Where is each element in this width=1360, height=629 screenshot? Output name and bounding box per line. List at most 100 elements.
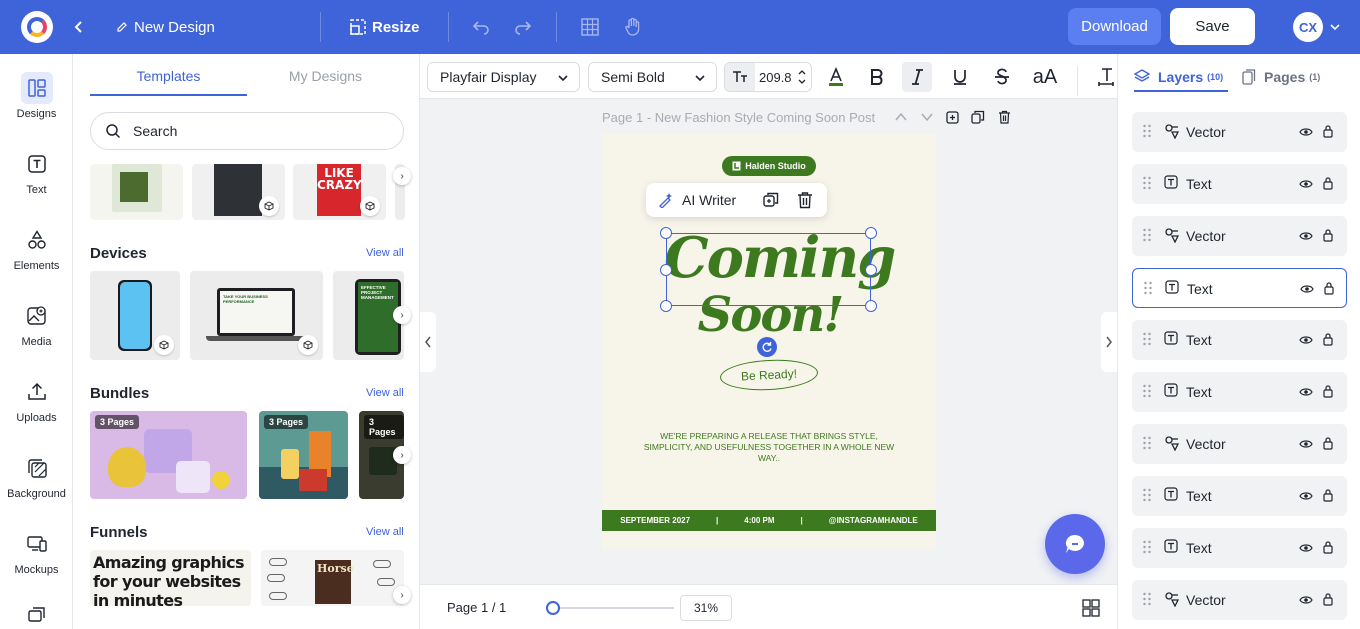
nav-elements[interactable]: Elements — [0, 224, 73, 294]
resize-handle[interactable] — [660, 264, 672, 276]
download-button[interactable]: Download — [1068, 8, 1161, 45]
drag-handle-icon[interactable] — [1142, 124, 1152, 141]
lock-icon[interactable] — [1322, 488, 1334, 505]
chat-support-button[interactable] — [1045, 514, 1105, 574]
poster-description[interactable]: WE'RE PREPARING A RELEASE THAT BRINGS ST… — [642, 431, 896, 464]
drag-handle-icon[interactable] — [1142, 540, 1152, 557]
collapse-right-panel-button[interactable] — [1101, 312, 1117, 372]
resize-button[interactable]: Resize — [350, 0, 420, 54]
nav-background[interactable]: Background — [0, 452, 73, 522]
layer-row[interactable]: Vector — [1132, 112, 1347, 152]
layer-row[interactable]: Text — [1132, 164, 1347, 204]
template-thumb[interactable] — [192, 164, 285, 220]
scroll-right-button[interactable]: › — [393, 446, 411, 464]
lock-icon[interactable] — [1322, 332, 1334, 349]
view-all-devices[interactable]: View all — [366, 247, 404, 259]
resize-handle[interactable] — [660, 227, 672, 239]
studio-badge[interactable]: Halden Studio — [722, 156, 816, 176]
visibility-eye-icon[interactable] — [1299, 333, 1313, 349]
drag-handle-icon[interactable] — [1142, 436, 1152, 453]
save-button[interactable]: Save — [1170, 8, 1255, 45]
stepper-arrows-icon[interactable] — [797, 67, 807, 87]
collapse-left-panel-button[interactable] — [420, 312, 436, 372]
lock-icon[interactable] — [1322, 436, 1334, 453]
scroll-right-button[interactable]: › — [393, 306, 411, 324]
nav-designs[interactable]: Designs — [0, 72, 73, 142]
lock-icon[interactable] — [1323, 281, 1335, 298]
resize-handle[interactable] — [865, 264, 877, 276]
drag-handle-icon[interactable] — [1142, 384, 1152, 401]
design-title[interactable]: New Design — [116, 0, 215, 54]
device-thumb-laptop[interactable]: TAKE YOUR BUSINESS PERFORMANCE — [190, 271, 323, 360]
visibility-eye-icon[interactable] — [1299, 385, 1313, 401]
resize-handle[interactable] — [865, 227, 877, 239]
device-thumb-phone[interactable] — [90, 271, 180, 360]
resize-handle[interactable] — [865, 300, 877, 312]
visibility-eye-icon[interactable] — [1299, 229, 1313, 245]
nav-more[interactable] — [0, 604, 73, 629]
pan-tool[interactable] — [623, 0, 643, 54]
layer-row[interactable]: Text — [1132, 268, 1347, 308]
lock-icon[interactable] — [1322, 176, 1334, 193]
drag-handle-icon[interactable] — [1143, 281, 1153, 298]
chevron-down-icon[interactable] — [920, 111, 934, 123]
layer-row[interactable]: Vector — [1132, 216, 1347, 256]
tab-templates[interactable]: Templates — [90, 68, 247, 96]
visibility-eye-icon[interactable] — [1299, 593, 1313, 609]
drag-handle-icon[interactable] — [1142, 176, 1152, 193]
view-all-funnels[interactable]: View all — [366, 526, 404, 538]
italic-button[interactable] — [902, 62, 932, 92]
funnel-thumb[interactable]: Amazing graphics for your websites in mi… — [90, 550, 251, 606]
lock-icon[interactable] — [1322, 384, 1334, 401]
poster-footer-bar[interactable]: SEPTEMBER 2027 | 4:00 PM | @INSTAGRAMHAN… — [602, 510, 936, 531]
zoom-slider[interactable] — [551, 607, 674, 609]
bundle-thumb[interactable]: 3 Pages — [90, 411, 247, 499]
search-input[interactable]: Search — [90, 112, 404, 150]
delete-icon[interactable] — [797, 191, 813, 209]
strikethrough-button[interactable] — [987, 62, 1017, 92]
nav-mockups[interactable]: Mockups — [0, 528, 73, 598]
text-case-button[interactable]: aA — [1028, 62, 1062, 92]
selection-box[interactable] — [666, 233, 871, 306]
drag-handle-icon[interactable] — [1142, 332, 1152, 349]
font-weight-select[interactable]: Semi Bold — [588, 62, 717, 92]
lock-icon[interactable] — [1322, 124, 1334, 141]
lock-icon[interactable] — [1322, 228, 1334, 245]
chevron-up-icon[interactable] — [894, 111, 908, 123]
account-menu-toggle[interactable] — [1330, 0, 1340, 54]
delete-page-icon[interactable] — [998, 110, 1011, 124]
duplicate-icon[interactable] — [762, 191, 780, 209]
drag-handle-icon[interactable] — [1142, 228, 1152, 245]
lock-icon[interactable] — [1322, 540, 1334, 557]
lock-icon[interactable] — [1322, 592, 1334, 609]
layer-row[interactable]: Vector — [1132, 580, 1347, 620]
template-thumb[interactable] — [90, 164, 183, 220]
template-thumb[interactable]: LIKE CRAZY — [293, 164, 386, 220]
visibility-eye-icon[interactable] — [1299, 437, 1313, 453]
scroll-right-button[interactable]: › — [393, 586, 411, 604]
add-page-icon[interactable] — [946, 111, 959, 124]
user-avatar[interactable]: CX — [1293, 12, 1323, 42]
duplicate-page-icon[interactable] — [971, 110, 985, 124]
drag-handle-icon[interactable] — [1142, 592, 1152, 609]
funnel-thumb[interactable]: Horse — [261, 550, 404, 606]
visibility-eye-icon[interactable] — [1300, 282, 1314, 298]
nav-text[interactable]: Text — [0, 148, 73, 218]
grid-view-icon[interactable] — [1082, 599, 1100, 617]
font-size-field[interactable]: 209.8 — [724, 62, 812, 92]
nav-uploads[interactable]: Uploads — [0, 376, 73, 446]
layer-row[interactable]: Text — [1132, 372, 1347, 412]
tab-pages[interactable]: Pages (1) — [1242, 69, 1320, 85]
view-all-bundles[interactable]: View all — [366, 387, 404, 399]
underline-button[interactable] — [945, 62, 975, 92]
layer-row[interactable]: Vector — [1132, 424, 1347, 464]
tab-my-designs[interactable]: My Designs — [247, 68, 404, 96]
bundle-thumb[interactable]: 3 Pages — [259, 411, 348, 499]
tab-layers[interactable]: Layers (10) — [1134, 69, 1228, 92]
zoom-slider-handle[interactable] — [546, 601, 560, 615]
layer-row[interactable]: Text — [1132, 476, 1347, 516]
visibility-eye-icon[interactable] — [1299, 489, 1313, 505]
grid-toggle[interactable] — [581, 0, 599, 54]
text-color-button[interactable] — [821, 62, 851, 92]
resize-handle[interactable] — [660, 300, 672, 312]
